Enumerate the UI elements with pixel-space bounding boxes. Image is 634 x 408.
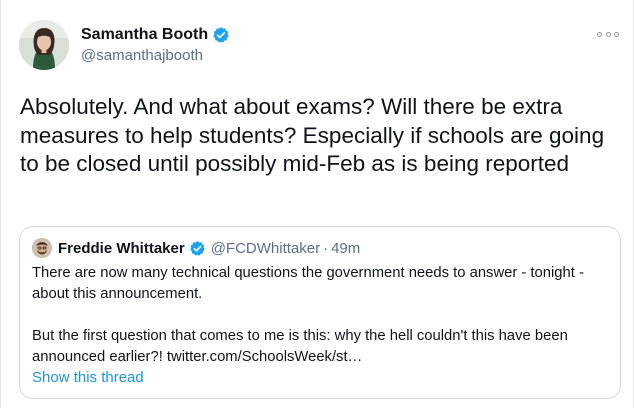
verified-badge-icon xyxy=(213,27,229,43)
quoted-author-avatar-image xyxy=(32,238,52,258)
verified-badge-icon xyxy=(189,240,205,256)
quoted-tweet[interactable]: Freddie Whittaker @FCDWhittaker · 49m Th… xyxy=(19,226,621,399)
more-dot xyxy=(614,31,619,37)
quoted-author-name[interactable]: Freddie Whittaker xyxy=(58,240,185,257)
quoted-tweet-timestamp[interactable]: 49m xyxy=(331,240,360,257)
quoted-tweet-paragraph: But the first question that comes to me … xyxy=(32,326,617,368)
author-name[interactable]: Samantha Booth xyxy=(81,26,230,44)
quoted-tweet-link[interactable]: twitter.com/SchoolsWeek/st… xyxy=(167,349,362,365)
tweet-card: Samantha Booth @samanthajbooth Absolutel… xyxy=(0,0,634,408)
author-name-text: Samantha Booth xyxy=(81,26,209,43)
more-options-icon[interactable] xyxy=(597,28,619,40)
show-thread-link[interactable]: Show this thread xyxy=(32,369,144,386)
tweet-text: Absolutely. And what about exams? Will t… xyxy=(20,94,605,176)
more-dot xyxy=(605,31,611,37)
quoted-tweet-body: There are now many technical questions t… xyxy=(32,263,617,368)
separator-dot: · xyxy=(323,239,329,257)
quoted-tweet-paragraph: There are now many technical questions t… xyxy=(32,265,584,302)
quoted-author-avatar[interactable] xyxy=(32,238,52,258)
quoted-tweet-header: Freddie Whittaker @FCDWhittaker · 49m xyxy=(58,238,360,258)
author-avatar-image xyxy=(19,20,69,70)
author-avatar[interactable] xyxy=(19,20,69,70)
quoted-author-handle[interactable]: @FCDWhittaker xyxy=(211,240,320,257)
author-handle[interactable]: @samanthajbooth xyxy=(81,47,203,64)
more-dot xyxy=(597,31,602,37)
